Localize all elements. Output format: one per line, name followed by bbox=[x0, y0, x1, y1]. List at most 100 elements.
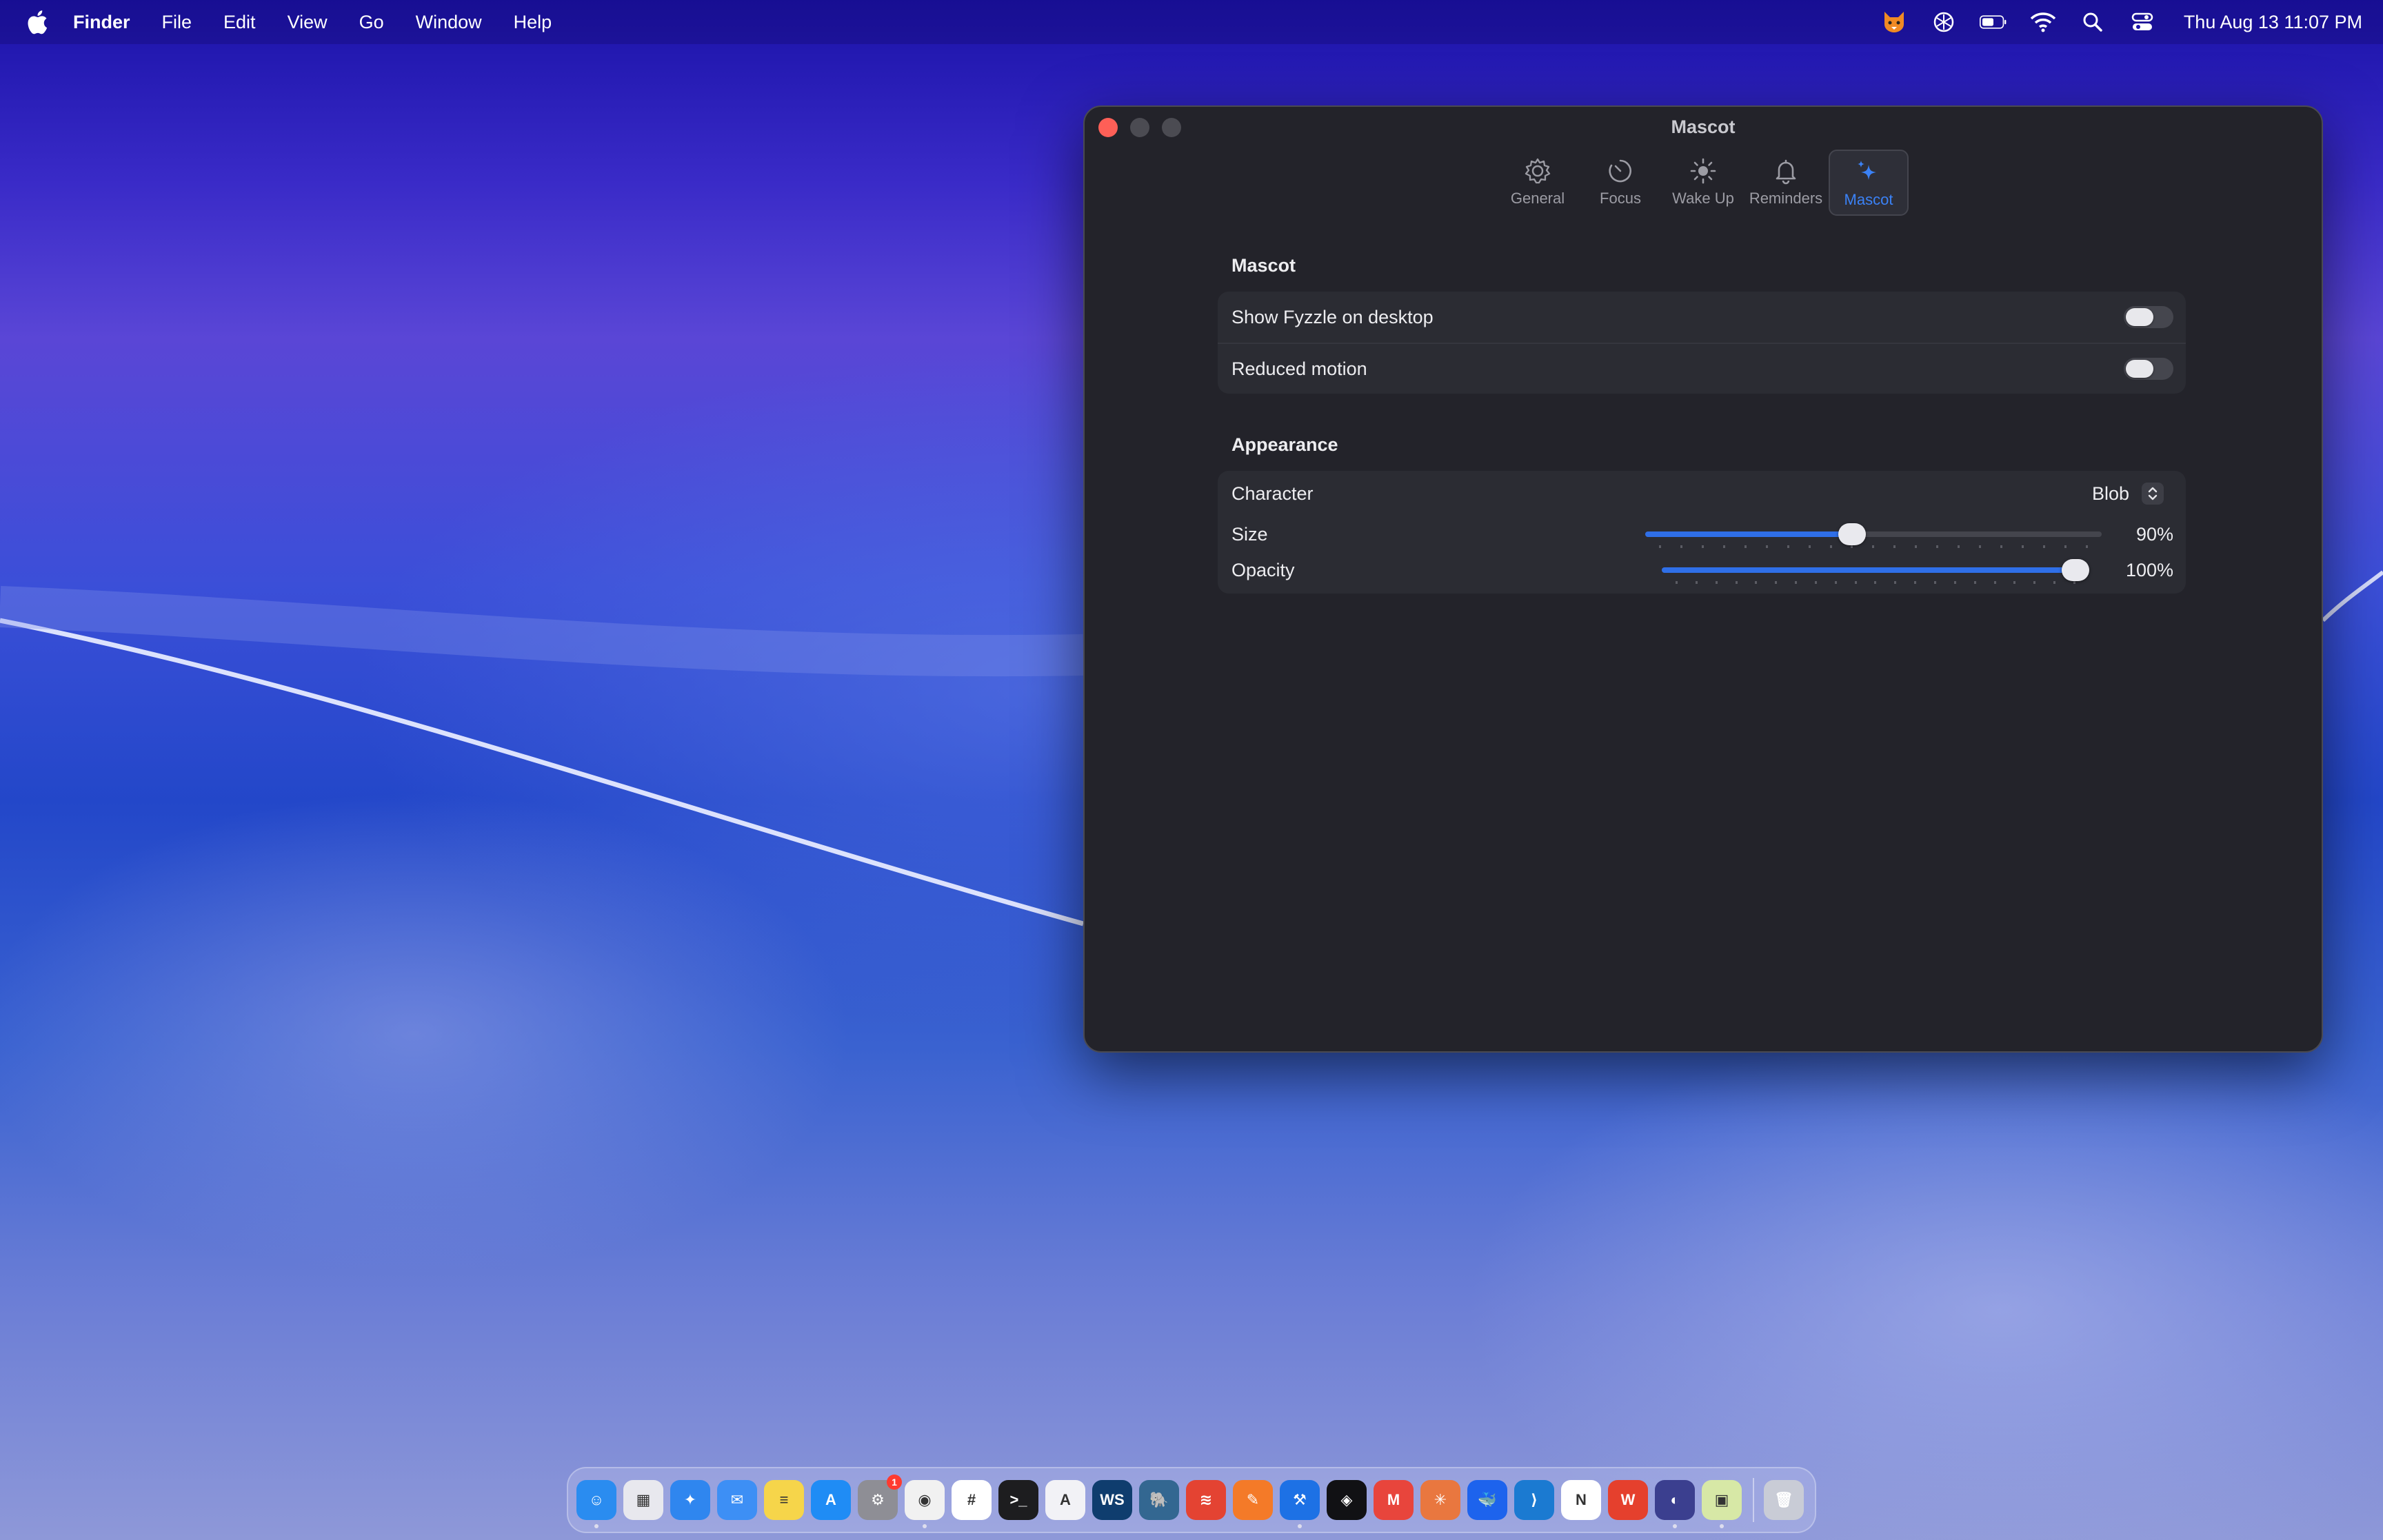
character-label: Character bbox=[1231, 483, 1314, 504]
settings-toolbar: General Focus Wake Up Reminders Mascot bbox=[1085, 150, 2322, 216]
size-slider[interactable] bbox=[1645, 520, 2102, 548]
dock-glyph: ▦ bbox=[636, 1491, 651, 1508]
dock-claude-icon[interactable]: ✳ bbox=[1420, 1480, 1460, 1520]
dock-preview-icon[interactable]: ▣ bbox=[1702, 1480, 1742, 1528]
dock-glyph: >_ bbox=[1009, 1491, 1027, 1508]
dock-glyph: ◈ bbox=[1340, 1491, 1353, 1508]
tab-general[interactable]: General bbox=[1498, 150, 1578, 216]
dock-instruments-icon[interactable]: A bbox=[1045, 1480, 1085, 1520]
dock-wps-office-icon[interactable]: W bbox=[1608, 1480, 1648, 1520]
dock-vscode-icon[interactable]: ⟩ bbox=[1514, 1480, 1554, 1520]
apple-menu-icon[interactable] bbox=[25, 8, 48, 36]
running-indicator bbox=[1720, 1524, 1724, 1528]
appearance-settings-group: Character Blob Size 90% Opacity 100% bbox=[1218, 471, 2186, 594]
menu-window[interactable]: Window bbox=[416, 12, 482, 33]
dock-mail-icon[interactable]: ✉ bbox=[717, 1480, 757, 1520]
character-value: Blob bbox=[2091, 483, 2129, 504]
slider-fill bbox=[1662, 567, 2075, 573]
slider-ticks bbox=[1659, 545, 2088, 549]
show-on-desktop-row: Show Fyzzle on desktop bbox=[1218, 292, 2186, 343]
slider-fill bbox=[1645, 531, 1852, 537]
dock-divider bbox=[1753, 1478, 1754, 1522]
fox-app-icon[interactable] bbox=[1880, 8, 1908, 36]
slider-thumb[interactable] bbox=[1838, 523, 1866, 545]
reduced-motion-toggle[interactable] bbox=[2124, 358, 2173, 380]
mascot-settings-group: Show Fyzzle on desktop Reduced motion bbox=[1218, 292, 2186, 394]
dock-glyph: ≋ bbox=[1199, 1491, 1213, 1508]
dock-postgres-icon[interactable]: 🐘 bbox=[1139, 1480, 1179, 1520]
tab-focus-label: Focus bbox=[1600, 190, 1641, 207]
opacity-slider[interactable] bbox=[1662, 556, 2089, 584]
tab-wake-up[interactable]: Wake Up bbox=[1663, 150, 1743, 216]
dock-notion-icon[interactable]: N bbox=[1561, 1480, 1601, 1520]
size-value: 90% bbox=[2135, 523, 2173, 545]
chevron-up-down-icon bbox=[2142, 483, 2164, 505]
dock-docker-icon[interactable]: 🐳 bbox=[1467, 1480, 1507, 1520]
dock-todoist-icon[interactable]: ≋ bbox=[1186, 1480, 1226, 1520]
character-row: Character Blob bbox=[1218, 471, 2186, 516]
dock-trash-icon[interactable]: 🗑 bbox=[1764, 1480, 1804, 1520]
menu-file[interactable]: File bbox=[162, 12, 192, 33]
character-popup-button[interactable]: Blob bbox=[2092, 483, 2164, 505]
dock-swift-playgrounds-icon[interactable]: ✎ bbox=[1233, 1480, 1273, 1520]
opacity-value: 100% bbox=[2125, 559, 2173, 580]
dock-glyph: ≡ bbox=[779, 1491, 789, 1508]
timer-icon bbox=[1609, 159, 1631, 183]
dock-glyph: WS bbox=[1100, 1491, 1125, 1508]
toggle-knob bbox=[2126, 308, 2153, 326]
menu-view[interactable]: View bbox=[288, 12, 328, 33]
menubar-clock[interactable]: Thu Aug 13 11:07 PM bbox=[2184, 12, 2362, 33]
control-center-icon[interactable] bbox=[2129, 8, 2156, 36]
opacity-row: Opacity 100% bbox=[1218, 552, 2186, 588]
show-on-desktop-toggle[interactable] bbox=[2124, 306, 2173, 328]
menu-app-name[interactable]: Finder bbox=[73, 12, 130, 33]
tab-reminders-label: Reminders bbox=[1749, 190, 1823, 207]
dock-app-store-icon[interactable]: A bbox=[811, 1480, 851, 1520]
dock-notes-icon[interactable]: ≡ bbox=[764, 1480, 804, 1520]
dock-mimestream-icon[interactable]: M bbox=[1374, 1480, 1414, 1520]
dock-glyph: A bbox=[1060, 1491, 1071, 1508]
dock-glyph: ◐ bbox=[1670, 1491, 1680, 1508]
dock-terminal-icon[interactable]: >_ bbox=[998, 1480, 1038, 1520]
notification-badge: 1 bbox=[887, 1475, 902, 1490]
slider-ticks bbox=[1676, 581, 2075, 585]
mascot-section-title: Mascot bbox=[1231, 255, 1296, 276]
reduced-motion-label: Reduced motion bbox=[1231, 358, 1367, 379]
menu-go[interactable]: Go bbox=[359, 12, 384, 33]
spotlight-search-icon[interactable] bbox=[2079, 8, 2107, 36]
wifi-icon[interactable] bbox=[2029, 8, 2057, 36]
dock-chrome-icon[interactable]: ◉ bbox=[905, 1480, 945, 1528]
window-title: Mascot bbox=[1671, 116, 1736, 137]
dock-slack-icon[interactable]: # bbox=[952, 1480, 992, 1520]
dock-glyph: ✳ bbox=[1434, 1491, 1447, 1508]
battery-icon[interactable] bbox=[1979, 8, 2007, 36]
dock-glyph: 🗑 bbox=[1774, 1491, 1793, 1508]
tab-mascot[interactable]: Mascot bbox=[1829, 150, 1909, 216]
menu-bar: Finder File Edit View Go Window Help Thu… bbox=[0, 0, 2383, 44]
dock-launchpad-icon[interactable]: ▦ bbox=[623, 1480, 663, 1520]
dock-glyph: M bbox=[1387, 1491, 1400, 1508]
chatgpt-icon[interactable] bbox=[1930, 8, 1958, 36]
sparkles-icon bbox=[1858, 161, 1876, 180]
running-indicator bbox=[594, 1524, 599, 1528]
dock-webstorm-icon[interactable]: WS bbox=[1092, 1480, 1132, 1520]
tab-wake-up-label: Wake Up bbox=[1672, 190, 1734, 207]
dock-glyph: ☺ bbox=[588, 1491, 605, 1508]
dock-cube-app-icon[interactable]: ◈ bbox=[1327, 1480, 1367, 1520]
menu-edit[interactable]: Edit bbox=[223, 12, 256, 33]
size-row: Size 90% bbox=[1218, 516, 2186, 552]
tab-reminders[interactable]: Reminders bbox=[1746, 150, 1826, 216]
appearance-section-title: Appearance bbox=[1231, 434, 1338, 455]
toggle-knob bbox=[2126, 360, 2153, 378]
slider-thumb[interactable] bbox=[2062, 559, 2089, 581]
dock-safari-icon[interactable]: ✦ bbox=[670, 1480, 710, 1520]
dock-finder-icon[interactable]: ☺ bbox=[576, 1480, 616, 1528]
tab-focus[interactable]: Focus bbox=[1580, 150, 1660, 216]
show-on-desktop-label: Show Fyzzle on desktop bbox=[1231, 306, 1434, 327]
size-label: Size bbox=[1231, 523, 1268, 545]
dock-glyph: ▣ bbox=[1714, 1491, 1729, 1508]
dock-system-settings-icon[interactable]: ⚙ 1 bbox=[858, 1475, 902, 1520]
menu-help[interactable]: Help bbox=[514, 12, 552, 33]
dock-simulator-icon[interactable]: ◐ bbox=[1655, 1480, 1695, 1528]
dock-xcode-icon[interactable]: ⚒ bbox=[1280, 1480, 1320, 1528]
